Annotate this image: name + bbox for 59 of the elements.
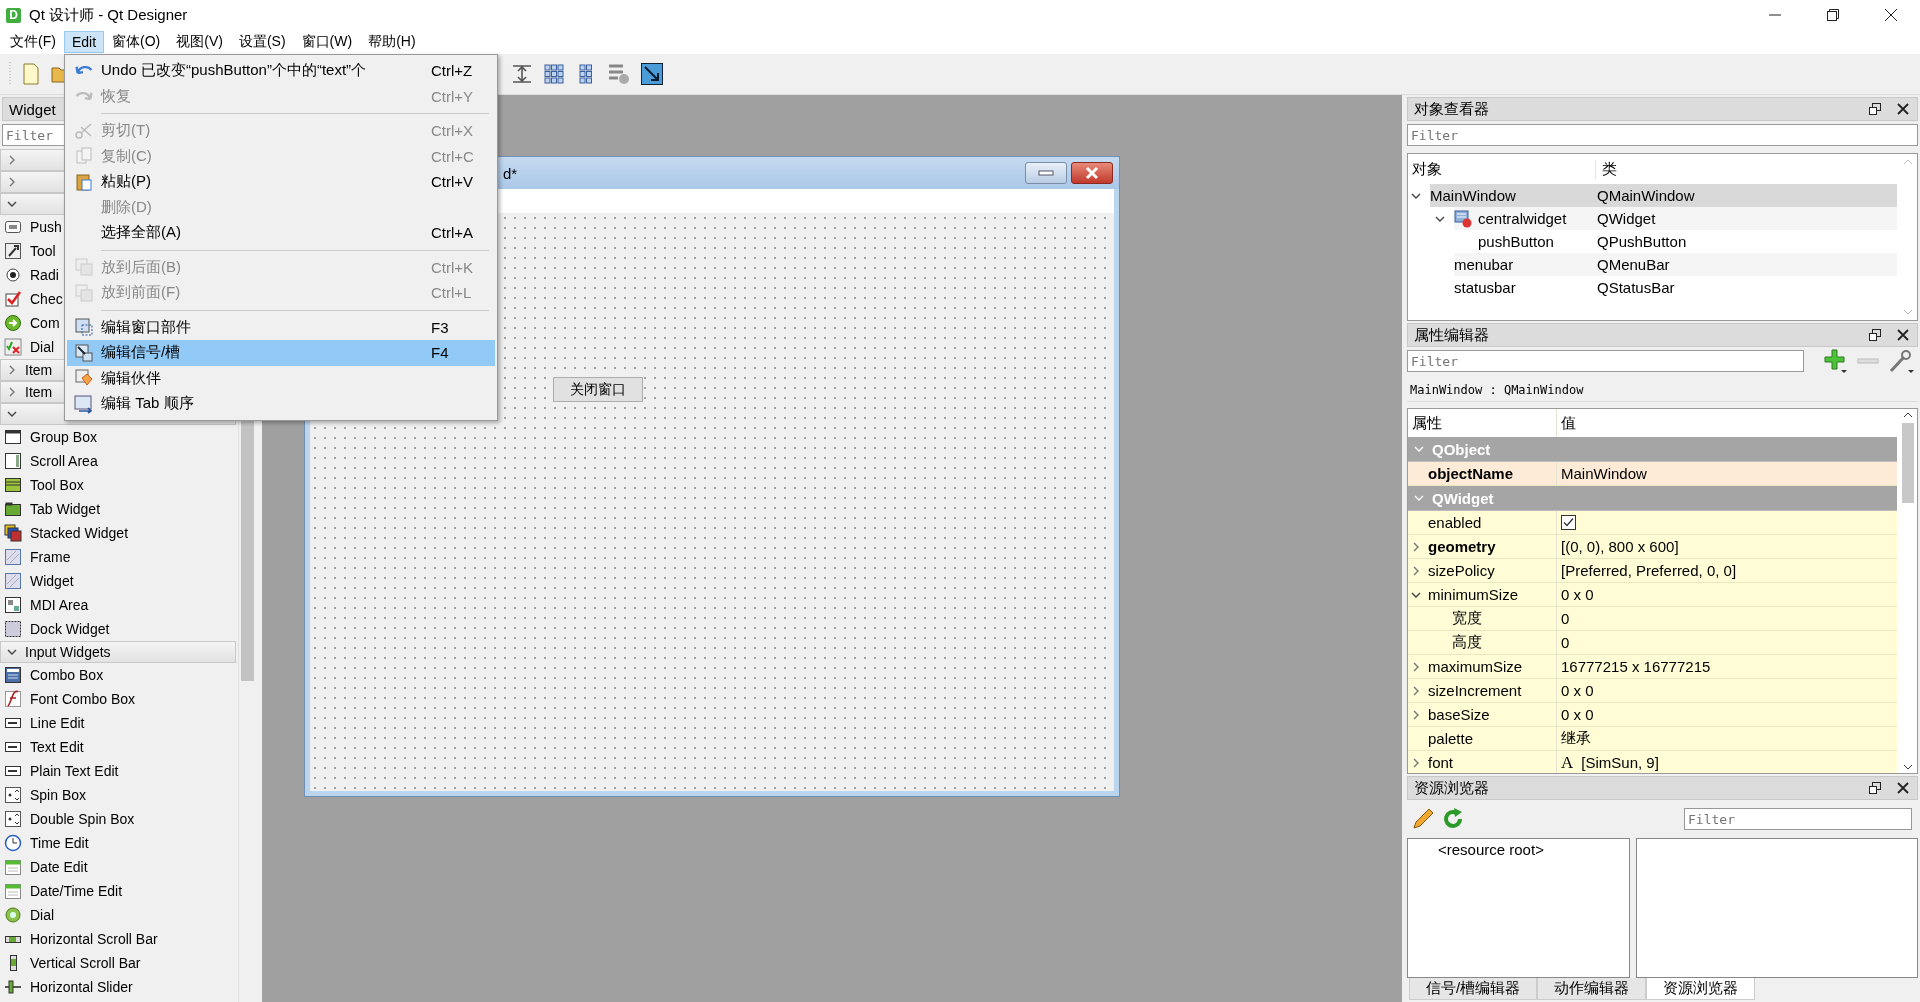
property-name: enabled <box>1428 514 1482 531</box>
object-name: statusbar <box>1454 279 1516 296</box>
property-value: [(0, 0), 800 x 600] <box>1561 538 1679 555</box>
property-name: minimumSize <box>1428 586 1518 603</box>
group-name: QObject <box>1432 440 1491 458</box>
category-label: Item <box>25 362 53 378</box>
column-header: 值 <box>1560 413 1576 433</box>
class-name: QPushButton <box>1596 233 1688 250</box>
shortcut-label: Ctrl+X <box>431 122 475 140</box>
shortcut-label: F4 <box>431 344 450 362</box>
object-name: centralwidget <box>1478 210 1567 227</box>
font-preview: A <box>1561 752 1574 773</box>
shortcut-label: Ctrl+V <box>431 173 475 191</box>
property-value: [Preferred, Preferred, 0, 0] <box>1561 562 1737 579</box>
shortcut-label: Ctrl+Z <box>431 62 474 80</box>
object-name: MainWindow <box>1430 187 1516 204</box>
class-name: QMainWindow <box>1596 187 1696 204</box>
shortcut-label: Ctrl+A <box>431 224 475 242</box>
property-name: palette <box>1428 730 1474 747</box>
shortcut-label: Ctrl+Y <box>431 87 475 105</box>
object-name: pushButton <box>1478 233 1554 250</box>
property-value: 0 x 0 <box>1561 682 1594 699</box>
shortcut-label: Ctrl+L <box>431 284 473 302</box>
app-logo: D <box>6 7 21 23</box>
property-value: [SimSun, 9] <box>1581 754 1659 771</box>
object-name: menubar <box>1454 256 1514 273</box>
column-header: 类 <box>1601 159 1617 179</box>
dock-title: 对象查看器 <box>1414 99 1489 119</box>
property-name: 宽度 <box>1452 609 1482 628</box>
property-name: 高度 <box>1452 633 1482 652</box>
shortcut-label: Ctrl+C <box>431 147 475 165</box>
property-value: 16777215 x 16777215 <box>1561 658 1711 675</box>
class-name: QWidget <box>1596 210 1657 227</box>
category-label: Item <box>25 384 53 400</box>
class-name: QMenuBar <box>1596 256 1671 273</box>
property-value: 0 <box>1561 634 1570 651</box>
group-name: QWidget <box>1432 489 1494 507</box>
shortcut-label: F3 <box>431 318 450 336</box>
property-name: geometry <box>1428 538 1496 555</box>
class-name: QStatusBar <box>1596 279 1676 296</box>
dock-title: 属性编辑器 <box>1414 325 1489 345</box>
dock-title: 资源浏览器 <box>1414 778 1489 798</box>
property-value: MainWindow <box>1561 465 1647 482</box>
property-name: font <box>1428 754 1454 771</box>
window-title: Qt 设计师 - Qt Designer <box>29 5 188 25</box>
property-value: 继承 <box>1561 729 1591 748</box>
column-header: 对象 <box>1408 159 1596 179</box>
property-name: maximumSize <box>1428 658 1523 675</box>
window-title: d* <box>503 164 518 182</box>
property-value: 0 x 0 <box>1561 706 1594 723</box>
property-name: objectName <box>1428 465 1514 482</box>
property-name: baseSize <box>1428 706 1490 723</box>
category-label: Input Widgets <box>25 644 111 660</box>
property-name: sizeIncrement <box>1428 682 1522 699</box>
property-name: sizePolicy <box>1428 562 1495 579</box>
property-value: 0 x 0 <box>1561 586 1594 603</box>
object-label: MainWindow : QMainWindow <box>1407 379 1918 402</box>
shortcut-label: Ctrl+K <box>431 258 475 276</box>
property-value: 0 <box>1561 610 1570 627</box>
